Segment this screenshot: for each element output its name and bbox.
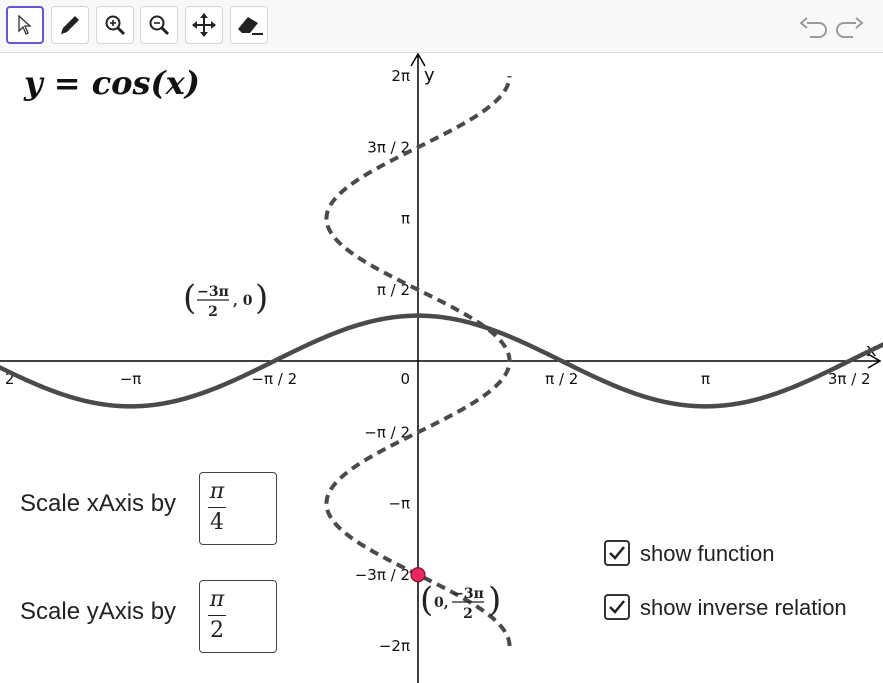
delete-tool-button[interactable] [230, 6, 268, 44]
fraction-bar [208, 615, 226, 616]
x-tick-label: π / 2 [545, 370, 578, 388]
eraser-icon [238, 17, 263, 35]
label-close-paren: ) [488, 580, 501, 620]
scale-x-input[interactable]: π 4 [199, 472, 277, 545]
scale-y-input[interactable]: π 2 [199, 580, 277, 653]
scale-y-denominator: 2 [210, 618, 224, 643]
move-arrows-icon [192, 13, 216, 37]
redo-icon [836, 17, 864, 38]
zoom-out-tool-button[interactable] [140, 6, 178, 44]
zoom-in-tool-button[interactable] [96, 6, 134, 44]
x-tick-label: 0 [400, 370, 410, 388]
show-inverse-label[interactable]: show inverse relation [640, 595, 847, 621]
label-numerator: −3π [197, 284, 229, 300]
pencil-icon [61, 16, 79, 34]
x-tick-label: −π / 2 [251, 370, 297, 388]
y-tick-label: −π / 2 [364, 423, 410, 441]
undo-button[interactable] [797, 12, 829, 42]
zoom-out-icon [149, 15, 170, 36]
point-a-label: (−3π 2 , 0) [183, 278, 268, 320]
scale-x-label: Scale xAxis by [20, 490, 177, 517]
scale-y-label: Scale yAxis by [20, 598, 177, 625]
label-first-value: 0, [434, 595, 449, 611]
scale-x-denominator: 4 [210, 510, 224, 535]
move-tool-button[interactable] [6, 6, 44, 44]
x-tick-label: 3π / 2 [828, 370, 871, 388]
scale-y-numerator: π [209, 587, 225, 612]
move-graphics-view-tool-button[interactable] [185, 6, 223, 44]
show-inverse-checkbox[interactable] [604, 594, 630, 620]
zoom-in-icon [105, 15, 126, 36]
checkmark-icon [609, 546, 625, 560]
y-tick-label: 2π [391, 67, 410, 85]
scale-x-fraction: π 4 [208, 479, 226, 536]
label-open-paren: ( [183, 278, 196, 318]
toolbar [0, 0, 883, 53]
graphics-view[interactable]: xy−5π / 2−2π−3π / 2−π−π / 20π / 2π3π / 2… [0, 53, 883, 683]
function-title: y = cos(x) [24, 64, 200, 102]
label-second-value: , 0 [233, 293, 253, 309]
point-b-label: (0,−3π 2) [420, 580, 501, 622]
scale-x-numerator: π [209, 479, 225, 504]
arrow-pointer-icon [18, 14, 32, 35]
x-tick-label: −π [120, 370, 142, 388]
y-tick-label: π [401, 210, 410, 228]
show-function-label[interactable]: show function [640, 541, 775, 567]
y-tick-label: −π [388, 495, 410, 513]
pen-tool-button[interactable] [51, 6, 89, 44]
redo-button[interactable] [834, 12, 866, 42]
scale-y-fraction: π 2 [208, 587, 226, 644]
label-denominator: 2 [463, 606, 473, 622]
label-denominator: 2 [208, 304, 218, 320]
label-open-paren: ( [420, 580, 433, 620]
x-tick-label: π [701, 370, 710, 388]
label-numerator: −3π [452, 586, 484, 602]
label-close-paren: ) [255, 278, 268, 318]
y-tick-label: −2π [379, 637, 410, 655]
checkmark-icon [609, 600, 625, 614]
fraction-bar [208, 507, 226, 508]
undo-icon [799, 17, 827, 38]
y-axis-label: y [424, 65, 435, 86]
show-function-checkbox[interactable] [604, 540, 630, 566]
